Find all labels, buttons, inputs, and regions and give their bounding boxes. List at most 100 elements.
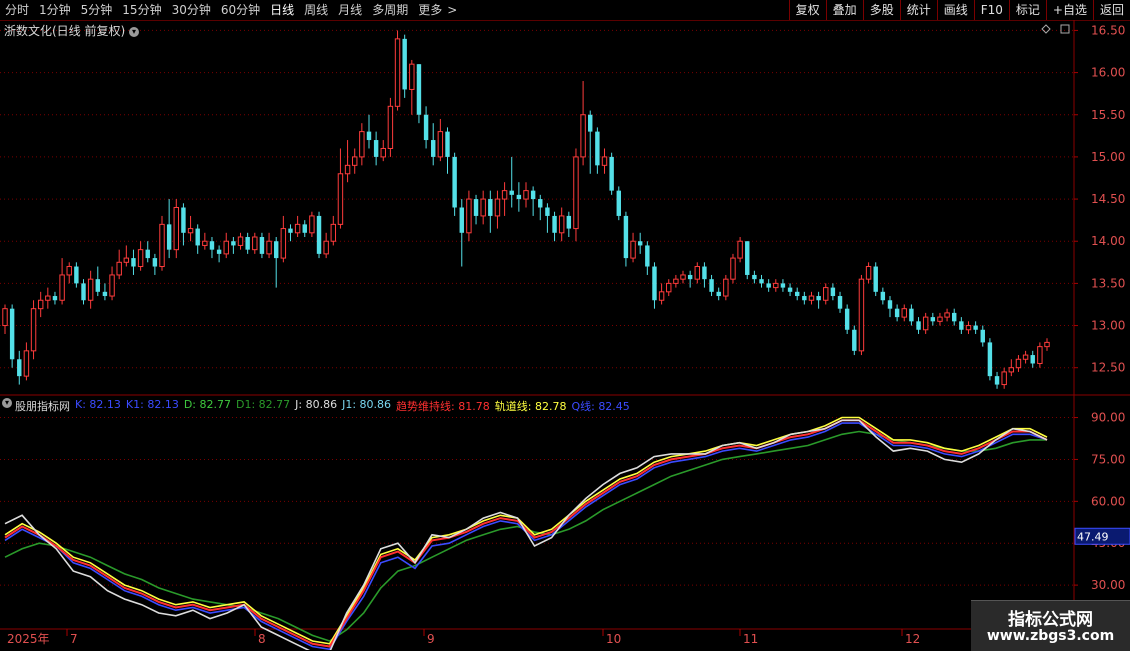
candle-body [330, 223, 337, 242]
candle-body [887, 300, 893, 309]
candle-body [558, 215, 565, 234]
watermark: 指标公式网 www.zbgs3.com [971, 600, 1130, 651]
watermark-url: www.zbgs3.com [986, 628, 1115, 644]
candle-body [202, 240, 208, 246]
candle-body [780, 283, 786, 288]
candle-body [380, 147, 386, 158]
candle-body [445, 131, 450, 157]
legend-item-3: D1: 82.77 [236, 398, 291, 411]
candle-body [452, 156, 457, 208]
stock-chart[interactable]: 16.50 16.00 15.50 15.00 14.50 14.00 13.50 13.00… [0, 0, 1130, 650]
candle-body [74, 266, 79, 284]
candle-body [965, 325, 972, 331]
candle-body [816, 296, 821, 301]
candle-body [159, 223, 165, 268]
candle-body [837, 296, 843, 309]
candle-body [259, 237, 265, 254]
candle-body [81, 283, 86, 301]
legend-item-8: Q线: 82.45 [571, 400, 630, 413]
candle-body [637, 241, 643, 246]
candle-body [645, 245, 650, 267]
candle-body [216, 249, 222, 254]
candle-body [702, 266, 707, 280]
candle-body [95, 279, 100, 292]
candle-body [316, 215, 322, 254]
main-title-area: 浙数文化(日线 前复权) ▾ [4, 22, 140, 39]
candle-body [994, 376, 1000, 385]
candle-body [666, 282, 672, 293]
candle-body [59, 274, 65, 301]
candle-body [166, 224, 172, 250]
price-tick-label: 16.00 [1091, 66, 1125, 80]
candle-body [494, 198, 501, 217]
candle-body [87, 278, 94, 301]
candle-body [959, 321, 964, 330]
candle-body [952, 312, 957, 322]
candle-body [609, 156, 614, 191]
candle-body [730, 257, 736, 280]
candle-body [922, 316, 929, 331]
indicator-line-J [4, 419, 1048, 650]
candle-body [709, 279, 714, 292]
candle-body [652, 266, 657, 301]
candle-body [459, 207, 464, 233]
candle-body [266, 240, 272, 255]
candle-body [687, 274, 693, 280]
legend-item-6: 趋势维持线: 81.78 [396, 400, 490, 413]
candle-body [359, 131, 365, 158]
chevron-down-icon[interactable]: ▾ [2, 398, 12, 408]
candle-body [309, 215, 315, 234]
candle-body [844, 308, 850, 330]
candle-body [273, 241, 279, 259]
candle-body [302, 224, 307, 233]
candle-body [766, 283, 771, 288]
candle-body [773, 282, 779, 289]
watermark-title: 指标公式网 [1008, 610, 1093, 630]
time-tick-label: 8 [258, 632, 266, 646]
price-tick-label: 15.00 [1091, 150, 1125, 164]
candle-body [916, 321, 921, 330]
candle-body [323, 240, 329, 255]
candle-body [680, 274, 686, 280]
candle-body [473, 199, 479, 216]
candle-body [1008, 367, 1015, 373]
candle-body [987, 342, 993, 377]
candle-body [830, 287, 836, 297]
candle-body [566, 215, 572, 229]
candle-body [901, 308, 907, 318]
candle-body [488, 199, 493, 216]
candle-body [973, 325, 978, 330]
maximize-icon [1060, 24, 1070, 34]
candle-body [673, 278, 679, 284]
candle-body [802, 296, 807, 301]
candle-body [894, 308, 900, 318]
candle-body [181, 207, 186, 233]
price-tick-label: 15.50 [1091, 108, 1125, 122]
candle-body [131, 258, 136, 267]
legend-item-0: K: 82.13 [75, 398, 121, 411]
candle-body [116, 261, 122, 276]
candle-body [187, 228, 194, 234]
candle-body [545, 207, 550, 216]
legend-item-5: J1: 80.86 [342, 398, 392, 411]
candle-body [137, 249, 144, 268]
candle-body [937, 316, 943, 322]
candle-body [9, 308, 15, 360]
legend-item-4: J: 80.86 [295, 398, 338, 411]
candle-body [601, 156, 608, 166]
chevron-down-icon[interactable]: ▾ [129, 26, 140, 37]
candle-body [1030, 355, 1035, 364]
candle-body [880, 291, 886, 301]
candle-body [66, 266, 72, 276]
candle-body [423, 114, 429, 141]
candle-body [437, 131, 444, 158]
candle-body [944, 312, 950, 318]
stock-title: 浙数文化(日线 前复权) [4, 24, 126, 38]
candle-body [402, 38, 407, 90]
candle-body [616, 190, 621, 216]
indicator-tick-label: 60.00 [1091, 494, 1125, 508]
candle-body [745, 241, 750, 275]
candle-body [523, 190, 529, 200]
candle-body [2, 308, 8, 327]
candle-body [37, 299, 44, 310]
